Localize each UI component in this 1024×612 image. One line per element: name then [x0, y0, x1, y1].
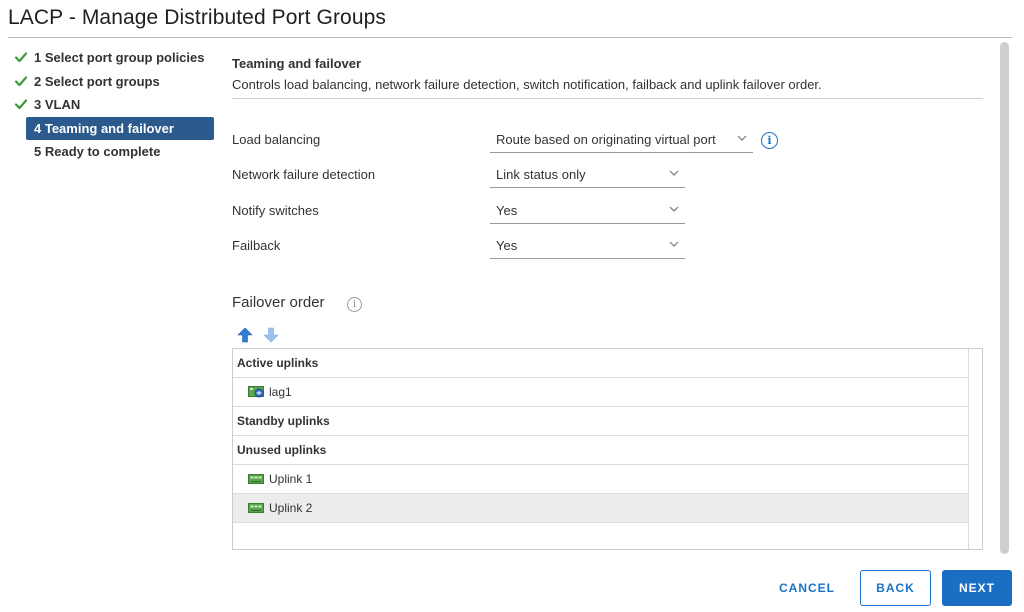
uplink-row-uplink-2[interactable]: Uplink 2	[233, 494, 968, 523]
failover-info-icon[interactable]: i	[347, 297, 362, 312]
step-vlan[interactable]: 3 VLAN	[0, 93, 222, 117]
checkmark-icon	[14, 75, 28, 86]
step-select-port-groups[interactable]: 2 Select port groups	[0, 70, 222, 94]
section-description: Controls load balancing, network failure…	[232, 77, 822, 92]
load-balancing-value: Route based on originating virtual port	[496, 132, 716, 147]
notify-switches-label: Notify switches	[232, 203, 319, 218]
step-label: 3 VLAN	[34, 97, 81, 113]
step-teaming-and-failover[interactable]: 4 Teaming and failover	[26, 116, 214, 140]
step-select-port-group-policies[interactable]: 1 Select port group policies	[0, 46, 222, 70]
uplink-row-lag1[interactable]: lag1	[233, 378, 968, 407]
step-label: 5 Ready to complete	[34, 144, 161, 160]
back-button[interactable]: BACK	[860, 570, 931, 606]
load-balancing-label: Load balancing	[232, 132, 321, 147]
failover-order-title: Failover order	[232, 294, 325, 311]
dialog-title: LACP - Manage Distributed Port Groups	[8, 6, 386, 29]
network-adapter-icon	[248, 503, 264, 513]
title-divider	[8, 37, 1012, 38]
network-failure-detection-select[interactable]: Link status only	[490, 162, 685, 188]
step-ready-to-complete[interactable]: 5 Ready to complete	[0, 140, 222, 164]
network-adapter-icon	[248, 474, 264, 484]
uplink-row-uplink-1[interactable]: Uplink 1	[233, 465, 968, 494]
step-label: 1 Select port group policies	[34, 50, 205, 66]
lag-icon	[248, 386, 264, 398]
failback-select[interactable]: Yes	[490, 233, 685, 259]
cancel-button[interactable]: CANCEL	[768, 570, 846, 606]
failover-order-grid: Active uplinks lag1 Standby uplinks Unus…	[232, 348, 983, 550]
network-failure-detection-label: Network failure detection	[232, 167, 376, 182]
network-failure-detection-value: Link status only	[496, 167, 586, 182]
notify-switches-select[interactable]: Yes	[490, 198, 685, 224]
wizard-steps: 1 Select port group policies 2 Select po…	[0, 46, 222, 164]
move-up-icon[interactable]	[237, 327, 253, 343]
checkmark-icon	[14, 52, 28, 63]
grid-scrollbar[interactable]	[968, 349, 982, 549]
load-balancing-select[interactable]: Route based on originating virtual port	[490, 127, 753, 153]
step-label: 4 Teaming and failover	[34, 120, 174, 136]
section-divider	[232, 98, 983, 99]
move-down-icon[interactable]	[263, 327, 279, 343]
standby-uplinks-header: Standby uplinks	[233, 407, 968, 436]
chevron-down-icon	[737, 135, 747, 141]
page-scrollbar[interactable]	[1000, 42, 1009, 554]
checkmark-icon	[14, 99, 28, 110]
chevron-down-icon	[669, 206, 679, 212]
uplink-label: Uplink 2	[269, 501, 313, 515]
failback-label: Failback	[232, 238, 281, 253]
chevron-down-icon	[669, 241, 679, 247]
failback-value: Yes	[496, 238, 518, 253]
chevron-down-icon	[669, 170, 679, 176]
section-title: Teaming and failover	[232, 56, 362, 71]
notify-switches-value: Yes	[496, 203, 518, 218]
unused-uplinks-header: Unused uplinks	[233, 436, 968, 465]
info-icon[interactable]: i	[761, 132, 778, 149]
active-uplinks-header: Active uplinks	[233, 349, 968, 378]
uplink-label: Uplink 1	[269, 472, 313, 486]
uplink-label: lag1	[269, 385, 292, 399]
step-label: 2 Select port groups	[34, 73, 160, 89]
next-button[interactable]: NEXT	[942, 570, 1012, 606]
